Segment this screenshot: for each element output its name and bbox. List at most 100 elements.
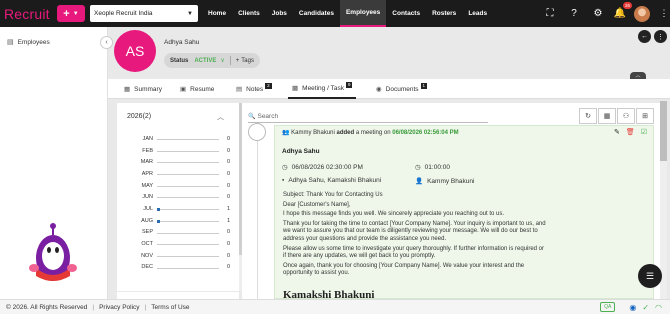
chevron-up-icon[interactable]: ︿ (217, 112, 224, 122)
tab-count-badge: 1 (420, 83, 428, 89)
month-count: 1 (227, 217, 231, 224)
month-row[interactable]: SEP 0 (127, 227, 239, 239)
year-heading[interactable]: 2026(2) (127, 113, 151, 120)
bell-icon[interactable]: 🔔 26 (612, 2, 632, 19)
users-icon: 👥 (282, 130, 290, 136)
tab-label: Documents (385, 85, 419, 93)
privacy-policy-link[interactable]: Privacy Policy (99, 304, 139, 311)
month-name: MAR (140, 159, 153, 166)
body-line: Thank you for taking the time to contact… (283, 220, 546, 242)
company-select-value: Xeople Recruit India (94, 10, 153, 17)
list-icon: ▤ (7, 39, 14, 46)
meeting-action: added (336, 130, 355, 136)
nav-item-leads[interactable]: Leads (462, 0, 493, 27)
edit-icon[interactable]: ✎ (614, 128, 620, 136)
month-count: 0 (227, 159, 231, 166)
status-bar: Status ACTIVE ∨ + Tags (164, 53, 260, 68)
main-nav: Home Clients Jobs Candidates Employees C… (202, 0, 493, 27)
company-select[interactable]: Xeople Recruit India ▼ (90, 5, 198, 22)
more-vertical-icon[interactable]: ⋮ (654, 30, 667, 43)
month-row[interactable]: MAR 0 (127, 156, 239, 168)
tab-documents[interactable]: ◉ Documents 1 (376, 79, 428, 99)
month-count: 0 (227, 241, 231, 248)
nav-item-jobs[interactable]: Jobs (266, 0, 293, 27)
nav-item-contacts[interactable]: Contacts (386, 0, 426, 27)
help-icon[interactable]: ? (566, 8, 582, 19)
meeting-actions: ✎ 🗑 ☑ (608, 128, 647, 136)
nav-item-rosters[interactable]: Rosters (426, 0, 462, 27)
back-button[interactable]: ← (638, 30, 651, 43)
profile-tabs: ▦ Summary ▣ Resume ▤ Notes 2 ▩ Meeting / Task… (108, 79, 670, 99)
copyright-text: © 2026. All Rights Reserved (6, 303, 88, 311)
tab-meeting-task[interactable]: ▩ Meeting / Task 9 (288, 79, 357, 99)
sidebar-collapse-button[interactable]: ‹ (100, 36, 113, 49)
nav-item-candidates[interactable]: Candidates (293, 0, 340, 27)
month-row[interactable]: JAN 0 (127, 133, 239, 145)
tags-button[interactable]: Tags (241, 58, 254, 64)
tab-count-badge: 9 (345, 82, 353, 88)
month-name: DEC (141, 264, 153, 271)
status-value[interactable]: ACTIVE (194, 58, 216, 64)
month-row[interactable]: FEB 0 (127, 145, 239, 157)
month-row[interactable]: NOV 0 (127, 250, 239, 262)
activity-toolbar: ↻ ▦ ⚇ ⊞ (578, 108, 654, 124)
app-logo[interactable]: Recruit (4, 6, 50, 22)
month-row[interactable]: APR 0 (127, 168, 239, 180)
tab-resume[interactable]: ▣ Resume (180, 79, 214, 99)
month-row[interactable]: JUL 1 (127, 203, 239, 215)
meeting-title: Adhya Sahu (282, 148, 320, 155)
summary-icon: ▦ (124, 86, 131, 93)
resume-icon: ▣ (180, 86, 187, 93)
month-row[interactable]: AUG 1 (127, 215, 239, 227)
more-vertical-icon[interactable]: ⋮ (658, 8, 670, 19)
checkbox-checked-icon[interactable]: ☑ (641, 128, 647, 136)
gear-icon[interactable]: ⚙ (590, 8, 606, 19)
month-name: FEB (142, 147, 153, 154)
delete-icon[interactable]: 🗑 (626, 128, 635, 136)
meeting-duration: ◷ 01:00:00 (415, 163, 450, 172)
user-avatar[interactable] (634, 5, 650, 22)
fullscreen-icon[interactable]: ⛶ (542, 8, 558, 19)
tab-label: Summary (134, 85, 162, 93)
sidebar-item-employees[interactable]: ▤ Employees (7, 38, 50, 47)
month-row[interactable]: JUN 0 (127, 191, 239, 203)
month-count: 0 (227, 135, 231, 142)
chevron-down-icon[interactable]: ∨ (220, 57, 224, 64)
month-count: 0 (227, 264, 231, 271)
meeting-time: ◷ 06/08/2026 02:30:00 PM (282, 163, 363, 172)
month-bar-track (157, 267, 219, 269)
year-panel-next (117, 292, 239, 299)
tab-summary[interactable]: ▦ Summary (124, 79, 162, 99)
month-name: JUN (142, 194, 153, 201)
search-icon: 🔍 (248, 114, 256, 120)
terms-link[interactable]: Terms of Use (151, 304, 189, 311)
notification-badge: 26 (622, 2, 632, 9)
month-bar-track (157, 197, 219, 199)
month-row[interactable]: MAY 0 (127, 180, 239, 192)
calendar-icon[interactable]: ▦ (598, 108, 616, 124)
chat-fab-button[interactable]: ☰ (638, 264, 662, 288)
quick-add-button[interactable]: + ▼ (57, 5, 85, 22)
person-filter-icon[interactable]: ⚇ (617, 108, 635, 124)
month-name: AUG (141, 217, 153, 224)
tab-notes[interactable]: ▤ Notes 2 (236, 79, 272, 99)
refresh-icon[interactable]: ↻ (579, 108, 597, 124)
nav-item-employees[interactable]: Employees (339, 0, 387, 27)
tab-count-badge: 2 (265, 83, 272, 89)
employee-avatar: AS (114, 30, 156, 72)
hierarchy-icon[interactable]: ⊞ (636, 108, 654, 124)
month-row[interactable]: OCT 0 (127, 238, 239, 250)
month-name: MAY (141, 182, 153, 189)
search-input[interactable]: 🔍 Search (248, 111, 488, 123)
month-row[interactable]: DEC 0 (127, 262, 239, 274)
plus-icon[interactable]: + (236, 58, 240, 64)
meeting-duration-value: 01:00:00 (424, 163, 450, 171)
nav-item-clients[interactable]: Clients (232, 0, 266, 27)
nav-item-home[interactable]: Home (202, 0, 232, 27)
check-circle-icon[interactable]: ✓ (642, 303, 649, 312)
month-bar-track (157, 232, 219, 234)
activity-scrollbar-thumb[interactable] (660, 101, 667, 161)
month-count: 0 (227, 229, 231, 236)
user-circle-icon[interactable]: ◉ (629, 303, 636, 312)
activity-panel: 🔍 Search ↻ ▦ ⚇ ⊞ 👥 Kammy Bhakuni added a… (242, 103, 664, 301)
